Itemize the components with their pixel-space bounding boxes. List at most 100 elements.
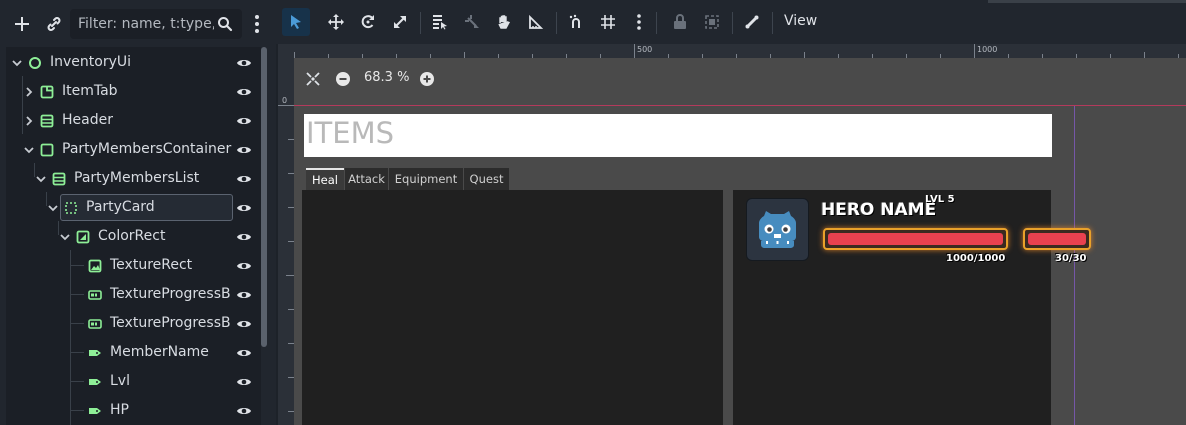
tree-item-texture-progress-mp[interactable]: TextureProgressB (6, 309, 261, 338)
items-title: ITEMS (306, 116, 395, 150)
add-node-icon[interactable] (10, 12, 34, 36)
tree-item-lvl[interactable]: Lvl (6, 367, 261, 396)
tree-item-color-rect[interactable]: ColorRect (6, 222, 261, 251)
visibility-eye-icon[interactable] (236, 287, 252, 301)
chevron-right-icon[interactable] (22, 113, 36, 127)
bone-icon[interactable] (742, 12, 762, 32)
visibility-eye-icon[interactable] (236, 258, 252, 272)
items-header: ITEMS (304, 114, 1052, 157)
texture-progress-icon (88, 287, 102, 301)
hero-avatar (746, 198, 809, 261)
control-node-icon (64, 200, 78, 214)
more-icon[interactable] (632, 12, 646, 32)
tab-attack[interactable]: Attack (345, 168, 388, 190)
tree-item-party-members-list[interactable]: PartyMembersList (6, 164, 261, 193)
ruler-left[interactable]: 0 (278, 58, 294, 425)
tree-item-hp[interactable]: HP (6, 396, 261, 425)
pan-icon[interactable] (494, 12, 514, 32)
visibility-eye-icon[interactable] (236, 316, 252, 330)
godot-logo-icon (759, 211, 796, 248)
tab-heal[interactable]: Heal (306, 168, 344, 190)
top-strip (988, 0, 1186, 3)
grid-snap-icon[interactable] (598, 12, 618, 32)
tree-item-label: PartyMembersList (74, 170, 200, 186)
tab-quest[interactable]: Quest (464, 168, 509, 190)
tree-item-label: InventoryUi (50, 54, 132, 70)
vertical-guide (1074, 106, 1075, 425)
chevron-down-icon[interactable] (10, 55, 24, 69)
scene-tree: InventoryUi ItemTab Header PartyMembersC… (6, 47, 261, 425)
texture-progress-icon (88, 316, 102, 330)
rotate-icon[interactable] (358, 12, 378, 32)
zoom-level[interactable]: 68.3 % (364, 70, 409, 85)
party-card[interactable]: HERO NAME LVL 5 1000/1000 30/30 (733, 190, 1091, 425)
tree-item-label: HP (110, 402, 129, 418)
visibility-eye-icon[interactable] (236, 345, 252, 359)
canvas-area[interactable]: 68.3 % ITEMS Heal Attack Equipment Quest (294, 58, 1186, 425)
filter-input[interactable] (76, 13, 216, 35)
label-icon (88, 403, 102, 417)
hp-bar-fill (828, 233, 1003, 245)
panel-container-icon (40, 142, 54, 157)
zoom-in-icon[interactable] (418, 70, 436, 88)
visibility-eye-icon[interactable] (236, 55, 252, 69)
tree-scrollbar[interactable] (261, 47, 267, 347)
tree-item-label: MemberName (110, 344, 209, 360)
pivot-icon[interactable] (462, 12, 482, 32)
tree-item-texture-rect[interactable]: TextureRect (6, 251, 261, 280)
visibility-eye-icon[interactable] (236, 403, 252, 417)
visibility-eye-icon[interactable] (236, 200, 252, 214)
tree-item-item-tab[interactable]: ItemTab (6, 77, 261, 106)
search-icon (216, 15, 234, 33)
view-menu[interactable]: View (784, 13, 817, 29)
link-icon[interactable] (42, 12, 66, 36)
visibility-eye-icon[interactable] (236, 374, 252, 388)
chevron-down-icon[interactable] (34, 171, 48, 185)
toolbar-separator (420, 12, 421, 34)
tree-item-label: TextureProgressB (110, 315, 231, 331)
mp-bar-fill (1028, 233, 1086, 245)
smart-snap-icon[interactable] (566, 12, 586, 32)
kebab-menu-icon[interactable] (248, 12, 266, 36)
toolbar-separator (732, 12, 733, 34)
vbox-icon (40, 113, 54, 128)
chevron-down-icon[interactable] (22, 142, 36, 156)
hero-level: LVL 5 (925, 194, 955, 205)
visibility-eye-icon[interactable] (236, 142, 252, 156)
tree-item-header[interactable]: Header (6, 106, 261, 135)
visibility-eye-icon[interactable] (236, 171, 252, 185)
ruler-label: 500 (637, 45, 653, 54)
tree-item-party-members-container[interactable]: PartyMembersContainer (6, 135, 261, 164)
tree-item-inventory-ui[interactable]: InventoryUi (6, 48, 261, 77)
group-icon[interactable] (702, 12, 722, 32)
hero-name: HERO NAME (821, 200, 937, 220)
chevron-down-icon[interactable] (58, 229, 72, 243)
list-select-icon[interactable] (430, 12, 450, 32)
select-icon[interactable] (282, 8, 310, 36)
scene-toolbar (0, 0, 276, 44)
tree-item-label: PartyCard (86, 199, 155, 215)
chevron-right-icon[interactable] (22, 84, 36, 98)
tree-item-party-card[interactable]: PartyCard (6, 193, 261, 222)
ruler-top[interactable]: 500 1000 (294, 44, 1186, 58)
toolbar-separator (556, 12, 557, 34)
scale-icon[interactable] (390, 12, 410, 32)
tree-item-member-name[interactable]: MemberName (6, 338, 261, 367)
control-node-icon (28, 55, 42, 69)
scene-dock: InventoryUi ItemTab Header PartyMembersC… (0, 0, 276, 425)
tree-item-texture-progress-hp[interactable]: TextureProgressB (6, 280, 261, 309)
chevron-down-icon[interactable] (46, 200, 60, 214)
visibility-eye-icon[interactable] (236, 113, 252, 127)
tab-equipment[interactable]: Equipment (389, 168, 463, 190)
center-view-icon[interactable] (304, 70, 322, 88)
mp-bar (1023, 228, 1091, 250)
tree-item-label: Header (62, 112, 113, 128)
visibility-eye-icon[interactable] (236, 229, 252, 243)
label-icon (88, 345, 102, 359)
move-icon[interactable] (326, 12, 346, 32)
zoom-out-icon[interactable] (334, 70, 352, 88)
ruler-label: 0 (282, 96, 288, 105)
visibility-eye-icon[interactable] (236, 84, 252, 98)
lock-icon[interactable] (670, 12, 690, 32)
ruler-icon[interactable] (526, 12, 546, 32)
